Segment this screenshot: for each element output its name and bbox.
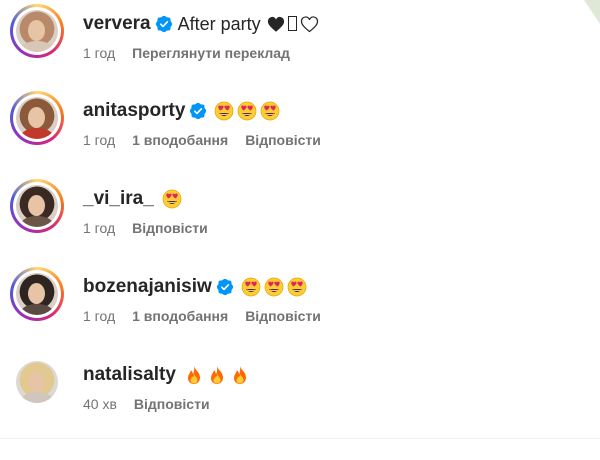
likes-count-button[interactable]: 1 вподобання [132,308,228,324]
heart-eyes-emoji-icon [238,101,257,121]
comment-emojis [261,15,319,33]
avatar-face [28,195,45,216]
white-heart-icon [300,15,318,32]
reply-button[interactable]: Відповісти [245,132,321,148]
comment-emojis [214,101,283,121]
avatar-story-ring[interactable] [10,355,64,409]
comment-header: _vi_ira_ [83,186,185,212]
comment-meta: 40 хв Відповісти [83,395,227,413]
comment-header: ververa After party [83,11,319,37]
comment-emojis [162,189,185,209]
avatar-story-ring[interactable] [10,179,64,233]
avatar-story-ring[interactable] [10,267,64,321]
avatar-story-ring[interactable] [10,4,64,58]
heart-eyes-emoji-icon [287,277,307,297]
heart-eyes-emoji-icon [162,189,182,209]
username-link[interactable]: anitasporty [83,100,185,122]
heart-eyes-emoji-icon [261,101,280,121]
comment-header: bozenajanisiw [83,274,310,300]
comment-emojis [241,277,310,297]
username-link[interactable]: bozenajanisiw [83,276,212,298]
bottom-divider [0,438,600,439]
comment-timestamp[interactable]: 40 хв [83,396,117,412]
verified-badge-icon [155,16,172,32]
verified-badge-icon [216,279,233,295]
fire-emoji-icon [233,366,246,384]
reply-button[interactable]: Відповісти [245,308,321,324]
username-link[interactable]: ververa [83,13,151,35]
avatar-shoulders [21,304,53,315]
avatar[interactable] [16,10,58,52]
heart-eyes-emoji-icon [215,101,234,121]
comment-item: _vi_ira_ 1 год Відповісти [10,179,590,249]
comment-timestamp[interactable]: 1 год [83,45,115,61]
comment-meta: 1 год Відповісти [83,219,225,237]
comment-meta: 1 год 1 вподобання Відповісти [83,131,338,149]
avatar-shoulders [21,392,53,403]
comment-timestamp[interactable]: 1 год [83,308,115,324]
comment-timestamp[interactable]: 1 год [83,220,115,236]
comment-item: natalisalty 40 хв Відповісти [10,355,590,425]
avatar-face [28,283,45,304]
username-link[interactable]: natalisalty [83,364,176,386]
avatar[interactable] [16,97,58,139]
comment-meta: 1 год 1 вподобання Відповісти [83,307,338,325]
fire-emoji-icon [187,366,200,384]
comment-emojis [184,365,253,385]
avatar-shoulders [21,41,53,52]
comment-item: ververa After party 1 год Переглянути перек… [10,4,590,74]
comment-timestamp[interactable]: 1 год [83,132,115,148]
comment-meta: 1 год Переглянути переклад [83,44,307,62]
missing-glyph-icon [287,15,297,31]
comment-item: anitasporty 1 год 1 вподобання Відповісти [10,91,590,161]
username-link[interactable]: _vi_ira_ [83,188,154,210]
likes-count-button[interactable]: 1 вподобання [132,132,228,148]
see-translation-button[interactable]: Переглянути переклад [132,45,290,61]
comment-header: anitasporty [83,98,283,124]
reply-button[interactable]: Відповісти [134,396,210,412]
avatar-face [28,20,45,41]
comment-text: After party [177,13,261,34]
avatar[interactable] [16,273,58,315]
avatar[interactable] [16,361,58,403]
heart-eyes-emoji-icon [241,277,261,297]
avatar-shoulders [21,216,53,227]
fire-emoji-icon [210,366,223,384]
black-heart-icon [267,16,284,32]
avatar[interactable] [16,185,58,227]
avatar-shoulders [21,128,53,139]
avatar-face [28,107,45,128]
heart-eyes-emoji-icon [264,277,284,297]
verified-badge-icon [190,103,207,119]
reply-button[interactable]: Відповісти [132,220,208,236]
comment-item: bozenajanisiw 1 год 1 вподобання Відповісти [10,267,590,337]
avatar-story-ring[interactable] [10,91,64,145]
comment-header: natalisalty [83,362,253,388]
avatar-face [28,371,45,392]
